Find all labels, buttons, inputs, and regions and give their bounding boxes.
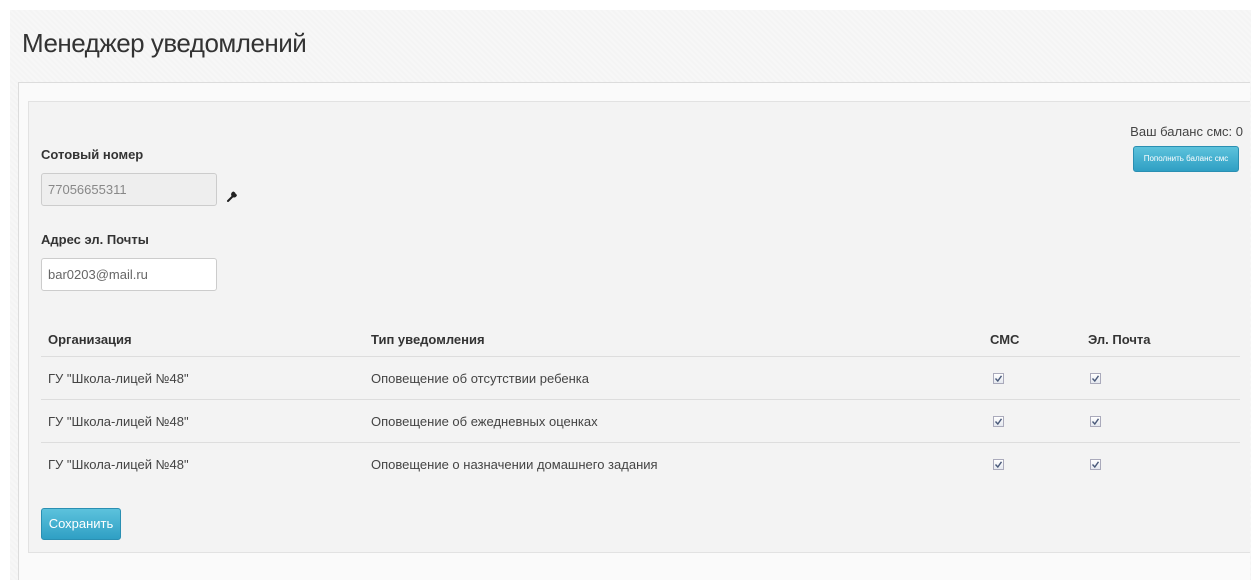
check-icon (1091, 418, 1100, 426)
organization-cell: ГУ "Школа-лицей №48" (48, 414, 189, 429)
column-header-sms: СМС (990, 332, 1020, 347)
sms-checkbox[interactable] (993, 459, 1004, 470)
phone-field[interactable] (41, 173, 217, 206)
email-checkbox[interactable] (1090, 416, 1101, 427)
wrench-icon (226, 188, 240, 207)
email-field[interactable] (41, 258, 217, 291)
email-checkbox[interactable] (1090, 373, 1101, 384)
notification-type-cell: Оповещение об ежедневных оценках (371, 414, 598, 429)
organization-cell: ГУ "Школа-лицей №48" (48, 457, 189, 472)
column-header-notification-type: Тип уведомления (371, 332, 485, 347)
notification-type-cell: Оповещение об отсутствии ребенка (371, 371, 590, 386)
sms-checkbox[interactable] (993, 373, 1004, 384)
email-label: Адрес эл. Почты (41, 232, 149, 247)
notification-type-cell: Оповещение о назначении домашнего задани… (371, 457, 658, 472)
page-title: Менеджер уведомлений (22, 28, 307, 58)
check-icon (1091, 461, 1100, 469)
sms-checkbox[interactable] (993, 416, 1004, 427)
top-up-balance-button[interactable]: Пополнить баланс смс (1133, 146, 1239, 172)
sms-balance-text: Ваш баланс смс: 0 (1130, 124, 1243, 139)
organization-cell: ГУ "Школа-лицей №48" (48, 371, 189, 386)
table-row: ГУ "Школа-лицей №48" Оповещение о назнач… (41, 442, 1240, 486)
save-button[interactable]: Сохранить (41, 508, 121, 540)
column-header-email: Эл. Почта (1088, 332, 1151, 347)
check-icon (994, 418, 1003, 426)
phone-label: Сотовый номер (41, 147, 144, 162)
table-row: ГУ "Школа-лицей №48" Оповещение об ежедн… (41, 399, 1240, 443)
check-icon (994, 461, 1003, 469)
column-header-organization: Организация (48, 332, 132, 347)
email-checkbox[interactable] (1090, 459, 1101, 470)
check-icon (994, 375, 1003, 383)
check-icon (1091, 375, 1100, 383)
table-row: ГУ "Школа-лицей №48" Оповещение об отсут… (41, 356, 1240, 400)
edit-phone-button[interactable] (220, 186, 246, 208)
